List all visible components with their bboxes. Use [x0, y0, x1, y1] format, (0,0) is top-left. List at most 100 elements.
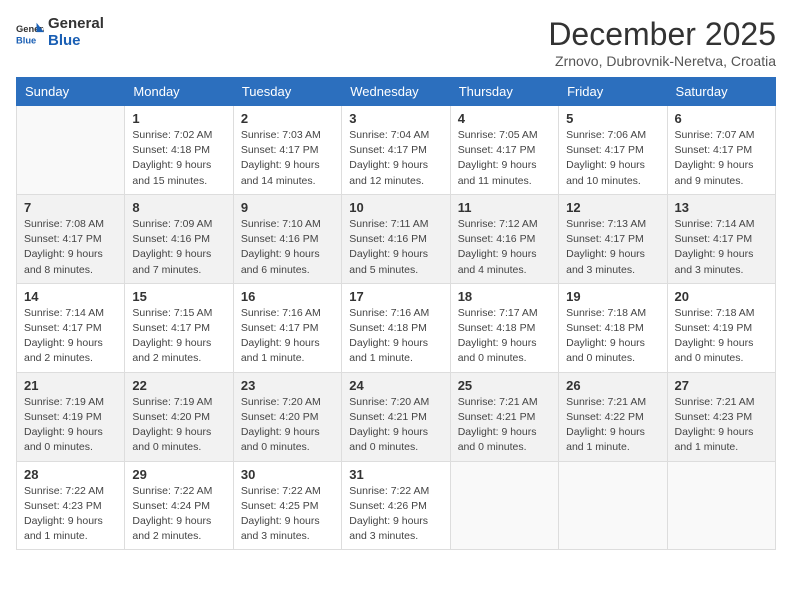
day-info: Sunrise: 7:19 AMSunset: 4:19 PMDaylight:… [24, 395, 117, 456]
calendar-cell: 12 Sunrise: 7:13 AMSunset: 4:17 PMDayligh… [559, 194, 667, 283]
day-info: Sunrise: 7:22 AMSunset: 4:24 PMDaylight:… [132, 484, 225, 545]
calendar-cell: 24Sunrise: 7:20 AMSunset: 4:21 PMDayligh… [342, 372, 450, 461]
day-number: 10 [349, 200, 442, 215]
day-number: 11 [458, 200, 551, 215]
calendar-cell: 27 Sunrise: 7:21 AMSunset: 4:23 PMDayligh… [667, 372, 775, 461]
day-info: Sunrise: 7:16 AMSunset: 4:17 PMDaylight:… [241, 306, 334, 367]
weekday-monday: Monday [125, 78, 233, 106]
day-number: 19 [566, 289, 659, 304]
calendar-cell: 2 Sunrise: 7:03 AMSunset: 4:17 PMDaylight… [233, 106, 341, 195]
calendar-cell [17, 106, 125, 195]
day-number: 28 [24, 467, 117, 482]
calendar-cell: 29 Sunrise: 7:22 AMSunset: 4:24 PMDayligh… [125, 461, 233, 550]
day-number: 1 [132, 111, 225, 126]
weekday-sunday: Sunday [17, 78, 125, 106]
day-number: 4 [458, 111, 551, 126]
day-info: Sunrise: 7:22 AMSunset: 4:26 PMDaylight:… [349, 484, 442, 545]
day-number: 15 [132, 289, 225, 304]
day-info: Sunrise: 7:12 AMSunset: 4:16 PMDaylight:… [458, 217, 551, 278]
day-info: Sunrise: 7:17 AMSunset: 4:18 PMDaylight:… [458, 306, 551, 367]
calendar-cell: 16 Sunrise: 7:16 AMSunset: 4:17 PMDayligh… [233, 283, 341, 372]
day-info: Sunrise: 7:21 AMSunset: 4:21 PMDaylight:… [458, 395, 551, 456]
weekday-friday: Friday [559, 78, 667, 106]
day-number: 18 [458, 289, 551, 304]
day-number: 30 [241, 467, 334, 482]
day-info: Sunrise: 7:04 AMSunset: 4:17 PMDaylight:… [349, 128, 442, 189]
week-row-4: 21Sunrise: 7:19 AMSunset: 4:19 PMDayligh… [17, 372, 776, 461]
day-info: Sunrise: 7:21 AMSunset: 4:23 PMDaylight:… [675, 395, 768, 456]
title-block: December 2025 Zrnovo, Dubrovnik-Neretva,… [548, 16, 776, 69]
calendar-title: December 2025 [548, 16, 776, 53]
calendar-cell: 15 Sunrise: 7:15 AMSunset: 4:17 PMDayligh… [125, 283, 233, 372]
day-info: Sunrise: 7:09 AMSunset: 4:16 PMDaylight:… [132, 217, 225, 278]
day-info: Sunrise: 7:10 AMSunset: 4:16 PMDaylight:… [241, 217, 334, 278]
day-info: Sunrise: 7:22 AMSunset: 4:23 PMDaylight:… [24, 484, 117, 545]
calendar-cell: 23 Sunrise: 7:20 AMSunset: 4:20 PMDayligh… [233, 372, 341, 461]
day-number: 16 [241, 289, 334, 304]
calendar-subtitle: Zrnovo, Dubrovnik-Neretva, Croatia [548, 53, 776, 69]
calendar-cell: 11 Sunrise: 7:12 AMSunset: 4:16 PMDayligh… [450, 194, 558, 283]
day-number: 14 [24, 289, 117, 304]
weekday-header-row: SundayMondayTuesdayWednesdayThursdayFrid… [17, 78, 776, 106]
day-info: Sunrise: 7:18 AMSunset: 4:19 PMDaylight:… [675, 306, 768, 367]
calendar-cell [667, 461, 775, 550]
calendar-cell: 20 Sunrise: 7:18 AMSunset: 4:19 PMDayligh… [667, 283, 775, 372]
day-number: 17 [349, 289, 442, 304]
day-number: 6 [675, 111, 768, 126]
day-info: Sunrise: 7:21 AMSunset: 4:22 PMDaylight:… [566, 395, 659, 456]
day-info: Sunrise: 7:20 AMSunset: 4:20 PMDaylight:… [241, 395, 334, 456]
day-info: Sunrise: 7:14 AMSunset: 4:17 PMDaylight:… [24, 306, 117, 367]
day-number: 26 [566, 378, 659, 393]
calendar-cell: 14 Sunrise: 7:14 AMSunset: 4:17 PMDayligh… [17, 283, 125, 372]
calendar-cell: 17 Sunrise: 7:16 AMSunset: 4:18 PMDayligh… [342, 283, 450, 372]
day-number: 12 [566, 200, 659, 215]
calendar-body: 1 Sunrise: 7:02 AMSunset: 4:18 PMDaylight… [17, 106, 776, 550]
day-info: Sunrise: 7:08 AMSunset: 4:17 PMDaylight:… [24, 217, 117, 278]
logo-blue: Blue [48, 33, 104, 50]
calendar-cell: 8Sunrise: 7:09 AMSunset: 4:16 PMDaylight… [125, 194, 233, 283]
day-info: Sunrise: 7:15 AMSunset: 4:17 PMDaylight:… [132, 306, 225, 367]
calendar-cell [559, 461, 667, 550]
svg-text:Blue: Blue [16, 35, 36, 45]
day-number: 5 [566, 111, 659, 126]
calendar-cell: 10 Sunrise: 7:11 AMSunset: 4:16 PMDayligh… [342, 194, 450, 283]
week-row-2: 7 Sunrise: 7:08 AMSunset: 4:17 PMDaylight… [17, 194, 776, 283]
day-number: 20 [675, 289, 768, 304]
calendar-cell: 26 Sunrise: 7:21 AMSunset: 4:22 PMDayligh… [559, 372, 667, 461]
weekday-saturday: Saturday [667, 78, 775, 106]
day-info: Sunrise: 7:22 AMSunset: 4:25 PMDaylight:… [241, 484, 334, 545]
day-number: 31 [349, 467, 442, 482]
day-info: Sunrise: 7:07 AMSunset: 4:17 PMDaylight:… [675, 128, 768, 189]
logo-general: General [48, 16, 104, 33]
calendar-cell: 19Sunrise: 7:18 AMSunset: 4:18 PMDayligh… [559, 283, 667, 372]
day-info: Sunrise: 7:02 AMSunset: 4:18 PMDaylight:… [132, 128, 225, 189]
day-number: 9 [241, 200, 334, 215]
calendar-cell: 1 Sunrise: 7:02 AMSunset: 4:18 PMDaylight… [125, 106, 233, 195]
day-number: 2 [241, 111, 334, 126]
calendar-cell: 3 Sunrise: 7:04 AMSunset: 4:17 PMDaylight… [342, 106, 450, 195]
day-number: 7 [24, 200, 117, 215]
weekday-wednesday: Wednesday [342, 78, 450, 106]
week-row-3: 14 Sunrise: 7:14 AMSunset: 4:17 PMDayligh… [17, 283, 776, 372]
calendar-cell: 5Sunrise: 7:06 AMSunset: 4:17 PMDaylight… [559, 106, 667, 195]
weekday-thursday: Thursday [450, 78, 558, 106]
calendar-table: SundayMondayTuesdayWednesdayThursdayFrid… [16, 77, 776, 550]
calendar-cell: 4Sunrise: 7:05 AMSunset: 4:17 PMDaylight… [450, 106, 558, 195]
calendar-cell: 7 Sunrise: 7:08 AMSunset: 4:17 PMDaylight… [17, 194, 125, 283]
day-number: 3 [349, 111, 442, 126]
day-info: Sunrise: 7:13 AMSunset: 4:17 PMDaylight:… [566, 217, 659, 278]
day-info: Sunrise: 7:16 AMSunset: 4:18 PMDaylight:… [349, 306, 442, 367]
week-row-1: 1 Sunrise: 7:02 AMSunset: 4:18 PMDaylight… [17, 106, 776, 195]
day-number: 25 [458, 378, 551, 393]
day-number: 27 [675, 378, 768, 393]
day-number: 29 [132, 467, 225, 482]
day-number: 22 [132, 378, 225, 393]
calendar-cell: 31 Sunrise: 7:22 AMSunset: 4:26 PMDayligh… [342, 461, 450, 550]
day-number: 23 [241, 378, 334, 393]
week-row-5: 28 Sunrise: 7:22 AMSunset: 4:23 PMDayligh… [17, 461, 776, 550]
calendar-cell: 6 Sunrise: 7:07 AMSunset: 4:17 PMDaylight… [667, 106, 775, 195]
calendar-cell: 30 Sunrise: 7:22 AMSunset: 4:25 PMDayligh… [233, 461, 341, 550]
calendar-cell: 28 Sunrise: 7:22 AMSunset: 4:23 PMDayligh… [17, 461, 125, 550]
day-info: Sunrise: 7:03 AMSunset: 4:17 PMDaylight:… [241, 128, 334, 189]
day-info: Sunrise: 7:11 AMSunset: 4:16 PMDaylight:… [349, 217, 442, 278]
